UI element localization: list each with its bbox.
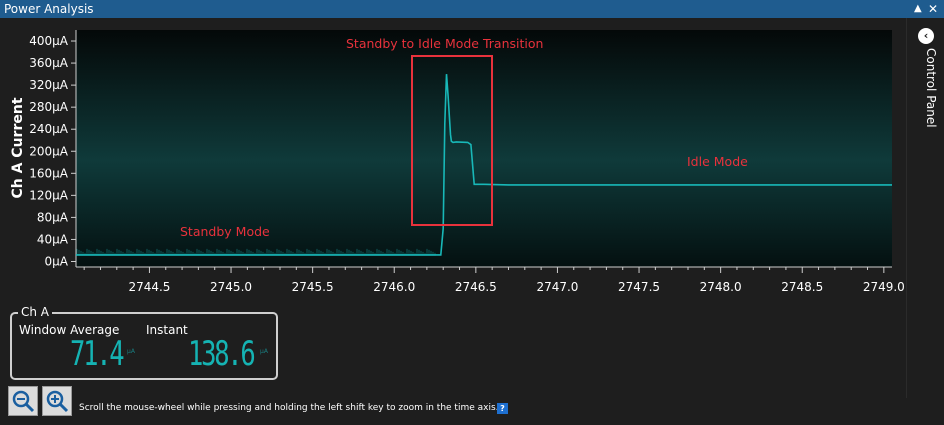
x-tick-label: 2745.0: [210, 280, 252, 294]
y-tick-label: 200µA: [29, 144, 69, 158]
help-icon[interactable]: ?: [497, 403, 508, 414]
zoom-in-icon: [46, 390, 69, 413]
control-panel-sidebar: ‹ Control Panel: [906, 18, 944, 398]
x-tick-label: 2744.5: [128, 280, 170, 294]
instant-value: 138.6: [188, 334, 256, 374]
y-tick-label: 240µA: [29, 122, 69, 136]
x-tick-label: 2749.0: [863, 280, 904, 294]
annotation-standby: Standby Mode: [180, 224, 270, 239]
y-tick-label: 320µA: [29, 78, 69, 92]
y-tick-label: 360µA: [29, 56, 69, 70]
current-chart[interactable]: 0µA 40µA 80µA 120µA 160µA 200µA 240µA 280µA 320µ…: [0, 18, 905, 308]
annotation-idle: Idle Mode: [687, 154, 748, 169]
y-tick-label: 160µA: [29, 166, 69, 180]
y-tick-label: 120µA: [29, 188, 69, 202]
zoom-out-icon: [12, 390, 35, 413]
y-tick-label: 40µA: [37, 232, 69, 246]
y-tick-label: 280µA: [29, 100, 69, 114]
x-tick-label: 2746.0: [373, 280, 415, 294]
x-tick-label: 2745.5: [292, 280, 334, 294]
chart-svg: 0µA 40µA 80µA 120µA 160µA 200µA 240µA 280µA 320µ…: [10, 30, 905, 294]
x-tick-label: 2747.5: [618, 280, 660, 294]
zoom-in-button[interactable]: [42, 386, 72, 416]
zoom-out-button[interactable]: [8, 386, 38, 416]
instant-label: Instant: [146, 323, 188, 337]
window-title: Power Analysis: [4, 2, 94, 16]
window-average-value: 71.4: [70, 334, 125, 374]
channel-legend: Ch A: [18, 305, 53, 319]
x-tick-label: 2747.0: [536, 280, 578, 294]
annotation-transition: Standby to Idle Mode Transition: [346, 36, 543, 51]
x-tick-label: 2746.5: [455, 280, 497, 294]
y-tick-label: 0µA: [45, 254, 69, 268]
y-tick-label: 80µA: [37, 210, 69, 224]
y-tick-label: 400µA: [29, 34, 69, 48]
x-tick-label: 2748.0: [700, 280, 742, 294]
window-average-unit: µA: [127, 348, 135, 355]
zoom-hint-text: Scroll the mouse-wheel while pressing an…: [79, 403, 499, 413]
collapse-icon[interactable]: ▲: [914, 0, 922, 18]
channel-a-readout: Ch A Window Average Instant 71.4 µA 138.…: [10, 305, 278, 380]
instant-unit: µA: [260, 348, 268, 355]
chevron-left-icon[interactable]: ‹: [918, 28, 934, 44]
title-bar: Power Analysis ▲ ✕: [0, 0, 944, 18]
control-panel-tab[interactable]: Control Panel: [924, 48, 938, 128]
x-tick-label: 2748.5: [781, 280, 823, 294]
y-axis-label: Ch A Current: [10, 97, 26, 198]
close-icon[interactable]: ✕: [928, 0, 938, 18]
